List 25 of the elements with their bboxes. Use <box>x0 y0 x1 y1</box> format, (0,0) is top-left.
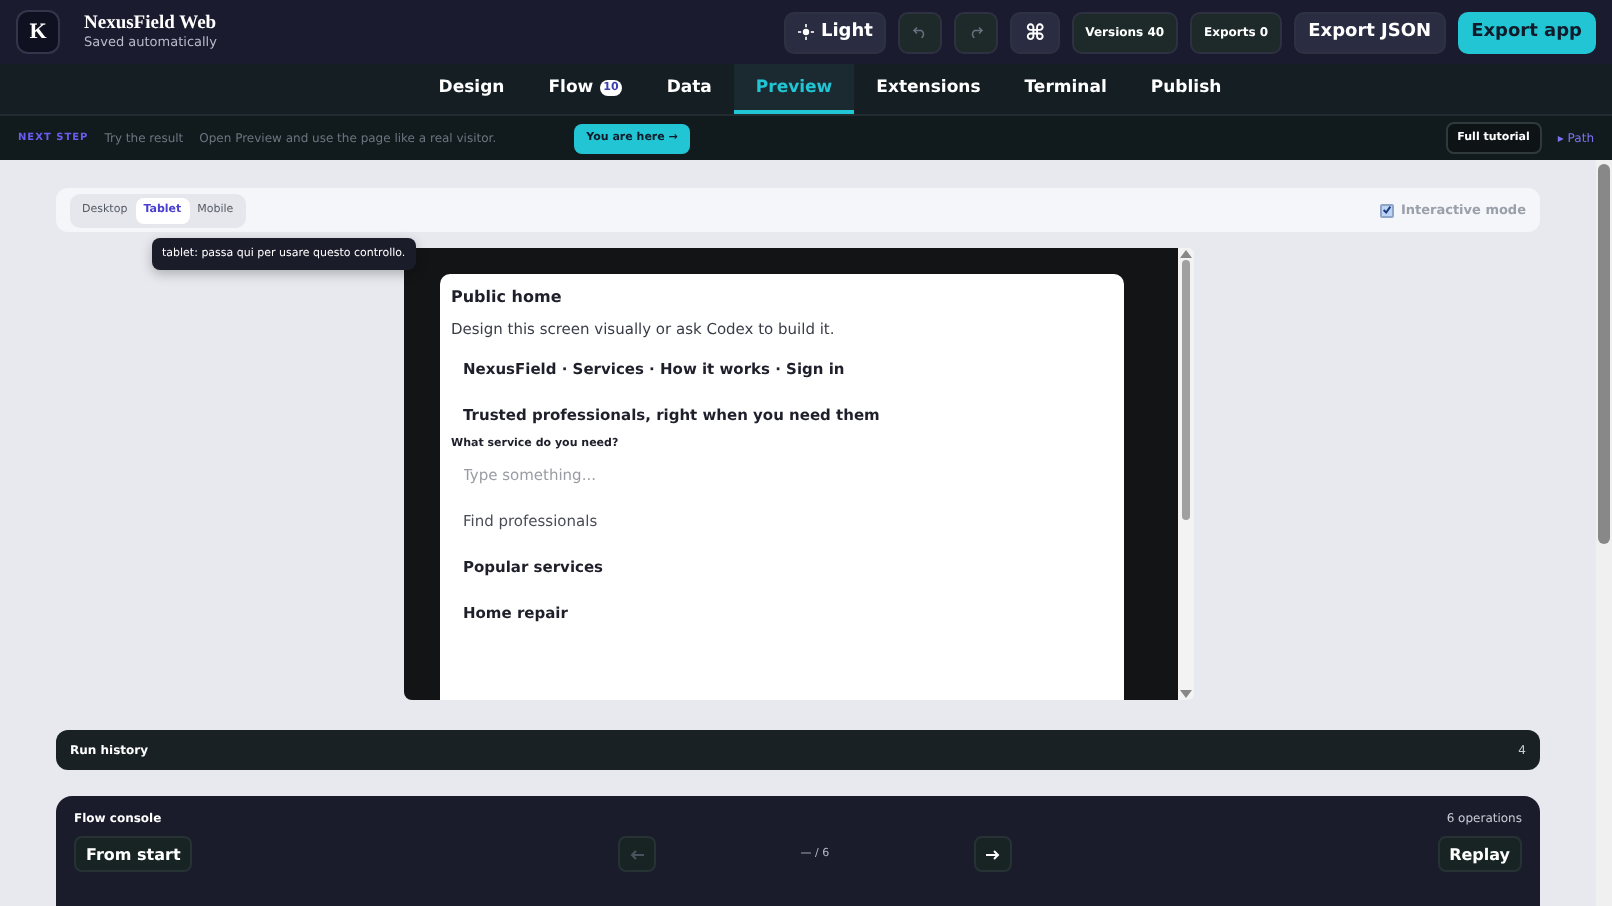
redo-icon <box>968 26 985 38</box>
app-title: NexusField Web <box>84 14 217 34</box>
left-arrow-icon <box>629 849 644 859</box>
sun-icon <box>798 24 815 40</box>
page-scrollbar[interactable] <box>1596 160 1612 906</box>
undo-icon <box>912 26 929 38</box>
next-button[interactable] <box>974 836 1013 872</box>
export-app-button[interactable]: Export app <box>1457 11 1596 53</box>
app-logo: K <box>16 10 60 54</box>
from-start-button[interactable]: From start <box>74 836 193 872</box>
interactive-checkbox[interactable] <box>1380 203 1395 217</box>
right-arrow-icon <box>986 849 1001 859</box>
nav-tab[interactable]: Publish <box>1128 64 1244 114</box>
nav-tab[interactable]: Data <box>644 64 734 114</box>
scroll-up-icon <box>1179 250 1191 258</box>
theme-button[interactable]: Light <box>784 11 887 53</box>
nav-tab[interactable]: Design <box>416 64 527 114</box>
nav-tab[interactable]: Terminal <box>1002 64 1129 114</box>
nav-tab[interactable]: Preview <box>733 64 855 114</box>
scroll-down-icon <box>1179 690 1191 698</box>
export-json-button[interactable]: Export JSON <box>1294 11 1446 53</box>
screen-title: Public home <box>451 288 564 306</box>
nav-tab[interactable]: Extensions <box>854 64 1003 114</box>
replay-button[interactable]: Replay <box>1437 836 1522 872</box>
command-button[interactable]: ⌘ <box>1010 11 1060 53</box>
